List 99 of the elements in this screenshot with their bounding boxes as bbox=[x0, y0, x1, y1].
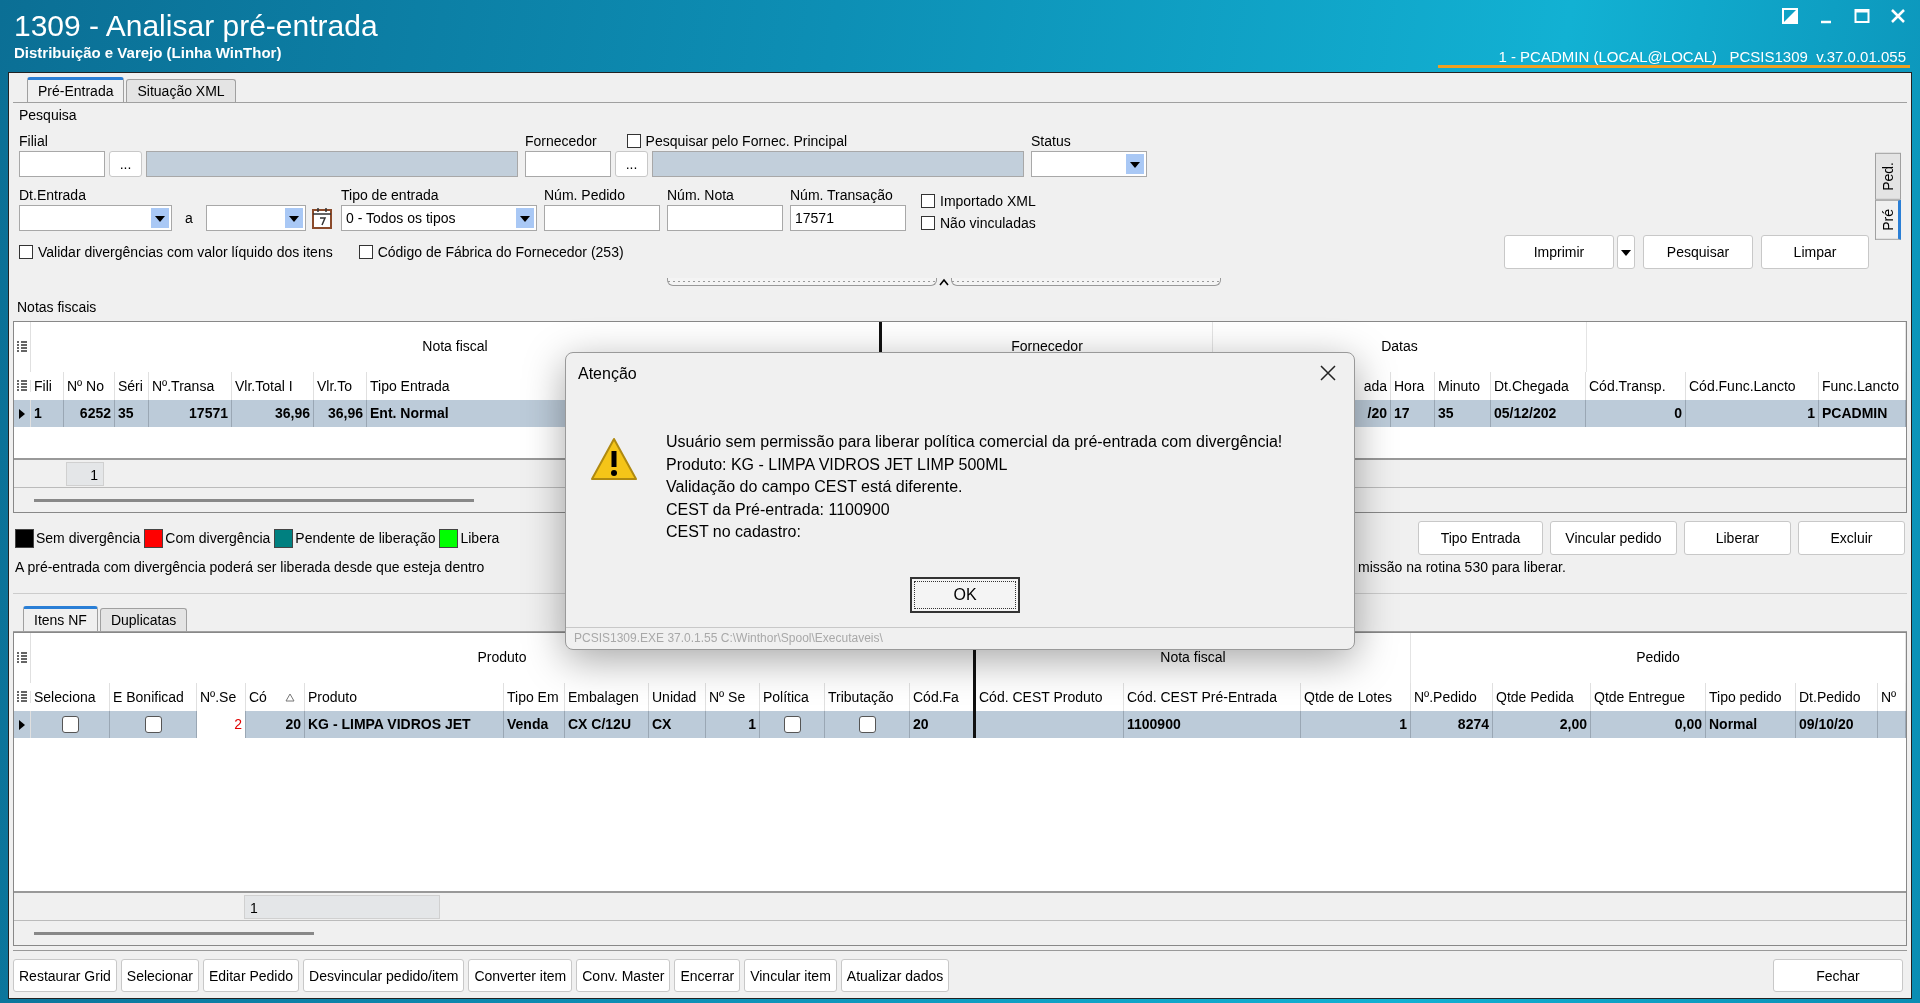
transacao-field[interactable]: 17571 bbox=[790, 205, 906, 231]
dialog-message: Produto: KG - LIMPA VIDROS JET LIMP 500ML bbox=[666, 454, 1009, 475]
tab[interactable]: Duplicatas bbox=[99, 608, 188, 631]
checkbox-label: Importado XML bbox=[940, 193, 1036, 209]
field-label: Filial bbox=[19, 133, 49, 149]
close-icon[interactable] bbox=[1890, 8, 1906, 24]
action-button[interactable]: Editar Pedido bbox=[202, 959, 300, 992]
session-info: 1 - PCADMIN (LOCAL@LOCAL) PCSIS1309 v.37.0.01.055 bbox=[1438, 48, 1910, 68]
tipo-entrada-select[interactable]: 0 - Todos os tipos bbox=[341, 205, 537, 231]
ok-button[interactable]: OK bbox=[910, 577, 1020, 613]
group-title: Pesquisa bbox=[19, 106, 78, 123]
checkbox[interactable] bbox=[858, 716, 876, 733]
close-button[interactable]: Fechar bbox=[1773, 959, 1903, 992]
nota-field[interactable] bbox=[667, 205, 783, 231]
field-label: Núm. Transação bbox=[790, 187, 894, 203]
column-menu-icon[interactable] bbox=[17, 652, 27, 664]
action-button[interactable]: Converter item bbox=[468, 959, 573, 992]
side-tab[interactable]: Ped. bbox=[1875, 153, 1901, 200]
action-button[interactable]: Desvincular pedido/item bbox=[303, 959, 465, 992]
legend-label: Libera bbox=[460, 530, 500, 546]
dialog-message: CEST da Pré-entrada: 1100900 bbox=[666, 499, 891, 520]
checkbox-label: Não vinculadas bbox=[940, 215, 1036, 231]
checkbox[interactable] bbox=[358, 245, 373, 259]
filial-field[interactable] bbox=[19, 151, 105, 177]
legend-label: Com divergência bbox=[165, 530, 271, 546]
scrollbar-thumb[interactable] bbox=[34, 931, 314, 935]
checkbox[interactable] bbox=[921, 216, 935, 230]
clear-button[interactable]: Limpar bbox=[1761, 235, 1869, 269]
dialog-message: Usuário sem permissão para liberar política comercial da pré-entrada com divergência! bbox=[666, 432, 1283, 452]
field-label: Núm. Pedido bbox=[544, 187, 626, 203]
checkbox[interactable] bbox=[626, 134, 641, 148]
tab[interactable]: Itens NF bbox=[23, 606, 98, 631]
lookup-button[interactable]: ... bbox=[615, 151, 648, 177]
fornecedor-description-field[interactable] bbox=[652, 151, 1024, 177]
action-button[interactable]: Atualizar dados bbox=[840, 959, 950, 992]
scrollbar-thumb[interactable] bbox=[34, 498, 474, 502]
row-count-cell: 1 bbox=[66, 462, 104, 486]
row-indicator-icon bbox=[18, 407, 26, 420]
legend-label: Sem divergência bbox=[36, 530, 141, 546]
dialog-message: Validação do campo CEST está diferente. bbox=[666, 477, 964, 497]
checkbox-label: Pesquisar pelo Fornec. Principal bbox=[645, 133, 848, 149]
field-label: Status bbox=[1031, 133, 1072, 149]
tab[interactable]: Pré-Entrada bbox=[27, 77, 125, 102]
close-icon bbox=[1319, 363, 1337, 382]
column-menu-icon[interactable] bbox=[17, 380, 27, 392]
calendar-icon[interactable] bbox=[310, 206, 334, 230]
row-count-cell: 1 bbox=[244, 895, 440, 919]
side-tab[interactable]: Pré bbox=[1875, 199, 1901, 240]
warning-icon bbox=[590, 437, 638, 481]
link-order-button[interactable]: Vincular pedido bbox=[1550, 521, 1677, 555]
tab[interactable]: Situação XML bbox=[126, 79, 236, 102]
row-indicator-icon bbox=[18, 718, 26, 731]
dialog-footer: PCSIS1309.EXE 37.0.1.55 C:\Winthor\Spool\Executaveis\ bbox=[566, 627, 1354, 649]
caret-icon bbox=[1621, 249, 1631, 257]
window-subtitle: Distribuição e Varejo (Linha WinThor) bbox=[14, 44, 283, 62]
checkbox-label: Código de Fábrica do Fornecedor (253) bbox=[377, 244, 624, 260]
splitter-handle[interactable] bbox=[667, 278, 937, 286]
checkbox[interactable] bbox=[144, 716, 162, 733]
info-text: missão na rotina 530 para liberar. bbox=[1358, 559, 1567, 575]
pedido-field[interactable] bbox=[544, 205, 660, 231]
release-button[interactable]: Liberar bbox=[1684, 521, 1791, 555]
print-button[interactable]: Imprimir bbox=[1504, 235, 1614, 269]
print-menu-button[interactable] bbox=[1617, 235, 1635, 269]
collapse-caret-icon[interactable] bbox=[937, 277, 951, 287]
lookup-button[interactable]: ... bbox=[109, 151, 142, 177]
delete-button[interactable]: Excluir bbox=[1798, 521, 1905, 555]
field-label: Núm. Nota bbox=[667, 187, 735, 203]
action-button[interactable]: Selecionar bbox=[120, 959, 199, 992]
field-label: Fornecedor bbox=[525, 133, 597, 149]
column-menu-icon[interactable] bbox=[17, 691, 27, 703]
field-label: Dt.Entrada bbox=[19, 187, 87, 203]
section-title: Notas fiscais bbox=[16, 298, 98, 317]
dialog-message: CEST no cadastro: bbox=[666, 522, 802, 542]
action-button[interactable]: Encerrar bbox=[674, 959, 741, 992]
column-menu-icon[interactable] bbox=[17, 341, 27, 353]
action-button[interactable]: Restaurar Grid bbox=[13, 959, 117, 992]
checkbox-label: Validar divergências com valor líquido dos itens bbox=[38, 244, 333, 260]
sort-icon bbox=[284, 693, 295, 702]
range-separator: a bbox=[184, 210, 194, 226]
checkbox[interactable] bbox=[783, 716, 801, 733]
maximize-icon[interactable] bbox=[1854, 8, 1870, 24]
field-label: Tipo de entrada bbox=[341, 187, 440, 203]
tipo-entrada-button[interactable]: Tipo Entrada bbox=[1418, 521, 1543, 555]
checkbox[interactable] bbox=[19, 245, 33, 259]
info-text: A pré-entrada com divergência poderá ser liberada desde que esteja dentro bbox=[15, 559, 486, 575]
filial-description-field[interactable] bbox=[146, 151, 518, 177]
checkbox[interactable] bbox=[61, 716, 79, 733]
splitter-handle[interactable] bbox=[951, 278, 1221, 286]
column-group-header: Pedido bbox=[1411, 633, 1906, 683]
table-cell: 2 bbox=[197, 711, 246, 738]
window-title: 1309 - Analisar pré-entrada bbox=[14, 8, 378, 44]
action-button[interactable]: Vincular item bbox=[744, 959, 837, 992]
fornecedor-field[interactable] bbox=[525, 151, 611, 177]
action-button[interactable]: Conv. Master bbox=[576, 959, 671, 992]
legend-label: Pendente de liberação bbox=[295, 530, 436, 546]
table-row[interactable]: 2 20 KG - LIMPA VIDROS JET Venda CX C/12U CX 1 20 1100900 1 8274 2,00 0,00 Normal 09/10/20 bbox=[14, 711, 1906, 738]
checkbox[interactable] bbox=[921, 194, 935, 208]
restore-icon[interactable] bbox=[1782, 8, 1798, 24]
search-button[interactable]: Pesquisar bbox=[1643, 235, 1753, 269]
